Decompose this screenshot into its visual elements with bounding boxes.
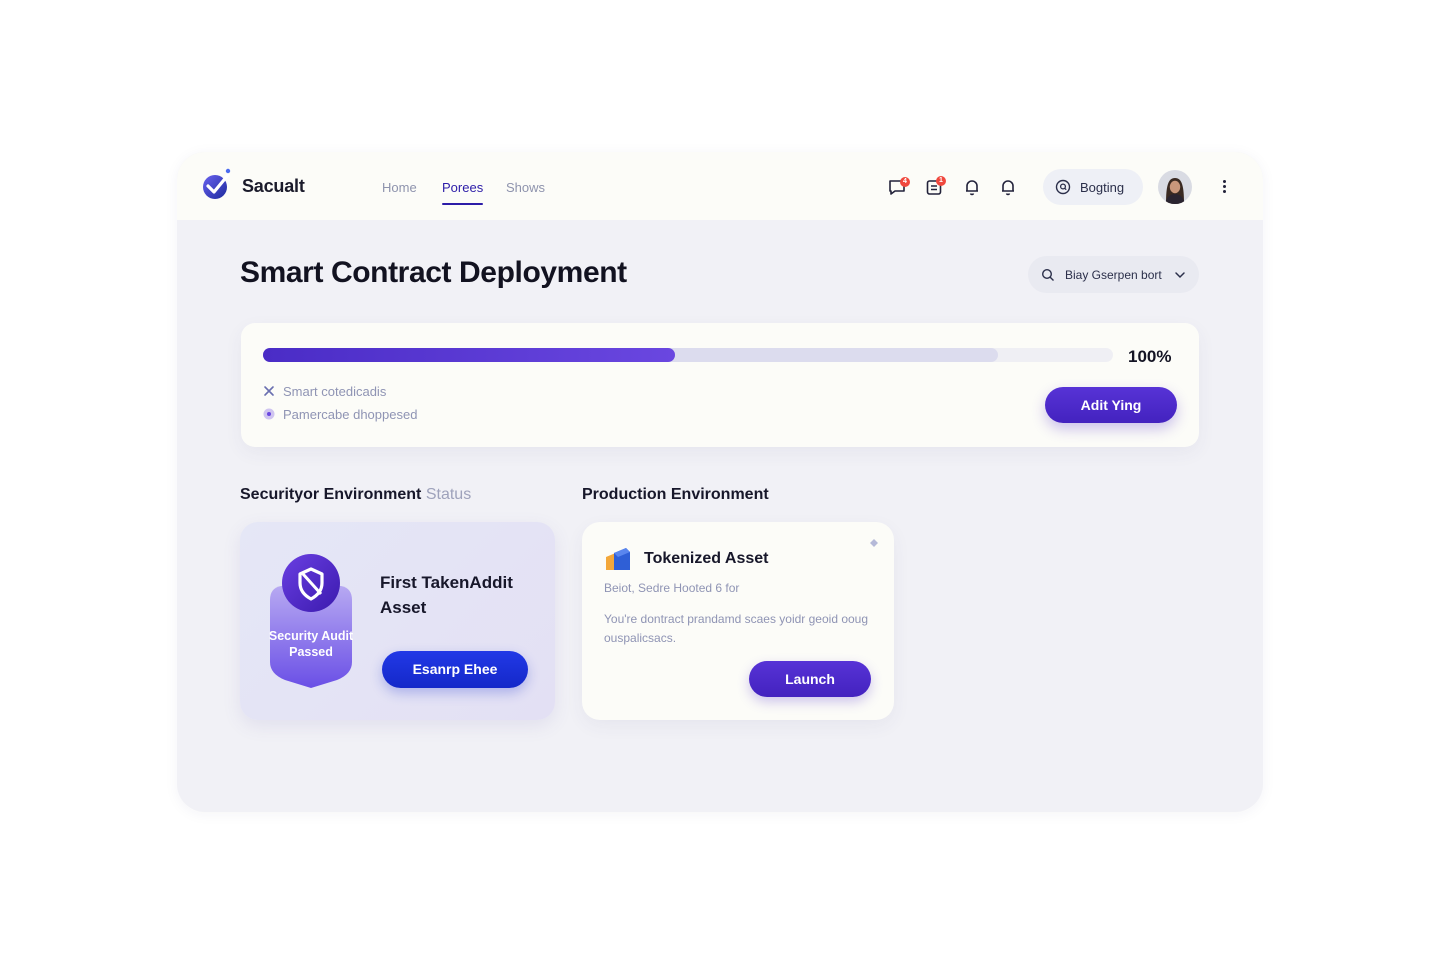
security-status-card: Security Audit Passed First TakenAddit A… [240,522,555,720]
progress-fill [263,348,676,362]
production-card-description: You're dontract prandamd scaes yoidr geo… [604,612,869,645]
step-label: Pamercabe dhoppesed [283,407,418,422]
security-section-heading: Securityor Environment Status [240,486,471,504]
app-window: Sacualt Home Porees Shows 4 1 Bogting Sm… [177,152,1263,812]
deployment-progress-card: 100% Smart cotedicadis Pamercabe dhoppes… [241,323,1199,447]
security-heading-text: Securityor Environment [240,486,422,503]
status-pill-button[interactable]: Bogting [1043,169,1143,205]
security-heading-status: Status [425,486,472,503]
chat-badge: 4 [900,177,910,187]
page-title: Smart Contract Deployment [240,256,627,289]
help-circle-icon [1055,179,1071,195]
step-label: Smart cotedicadis [283,384,387,399]
brand-name: Sacualt [242,176,305,196]
environment-select-label: Biay Gserpen bort [1065,268,1162,282]
shield-icon [270,554,352,688]
production-card-meta: Beiot, Sedre Hooted 6 for [604,581,740,595]
record-icon [263,408,275,420]
nav-home[interactable]: Home [382,180,417,195]
status-pill-label: Bogting [1080,180,1125,195]
chevron-down-icon [1175,272,1185,279]
diamond-icon [870,539,878,547]
top-bar: Sacualt Home Porees Shows 4 1 Bogting [177,152,1263,220]
production-environment-card: Tokenized Asset Beiot, Sedre Hooted 6 fo… [582,522,894,720]
close-icon [264,386,274,396]
shield-label: Security Audit Passed [268,629,354,659]
environment-select[interactable]: Biay Gserpen bort [1028,256,1199,293]
audit-action-button[interactable]: Adit Ying [1045,387,1177,423]
security-card-title: First TakenAddit Asset [380,573,513,617]
security-card-button[interactable]: Esanrp Ehee [382,651,528,688]
more-vertical-icon[interactable] [1220,178,1228,196]
bell-icon[interactable] [963,178,981,196]
bell-icon[interactable] [999,178,1017,196]
user-avatar[interactable] [1158,170,1192,204]
production-section-heading: Production Environment [582,486,769,503]
launch-button[interactable]: Launch [749,661,871,697]
active-nav-indicator [442,203,483,205]
production-card-title: Tokenized Asset [644,550,769,567]
nav-shows[interactable]: Shows [506,180,545,195]
search-icon [1041,268,1054,281]
progress-percent: 100% [1128,347,1172,366]
progress-track [263,348,1113,362]
cube-icon [606,548,630,570]
nav-porees[interactable]: Porees [442,180,483,195]
brand-logo-icon[interactable] [201,168,233,200]
clipboard-badge: 1 [936,176,946,186]
